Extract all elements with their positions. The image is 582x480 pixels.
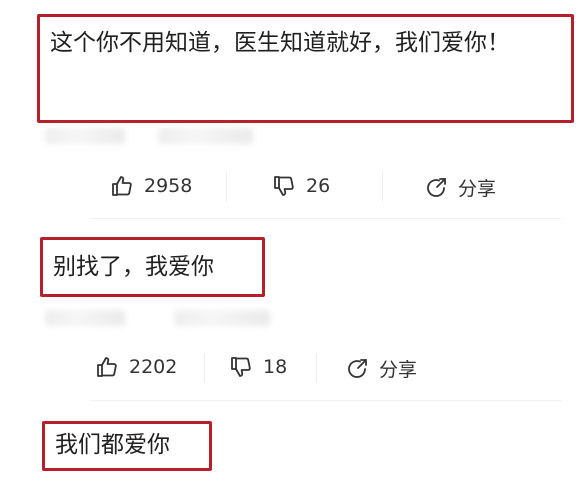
separator [204,353,205,383]
blurred-username-1 [45,128,125,144]
separator [226,172,227,202]
blurred-timestamp-2 [174,310,270,326]
blurred-username-2 [45,310,125,326]
thumbs-down-icon [274,176,294,196]
share-button-2[interactable]: 分享 [345,355,417,382]
comment-text-2: 别找了，我爱你 [40,237,265,297]
separator [382,172,383,202]
share-icon [427,177,446,197]
row-divider [90,400,562,401]
like-button-1[interactable]: 2958 [110,174,192,198]
like-count-2: 2202 [129,356,178,378]
like-count-1: 2958 [144,175,193,197]
thumbs-up-icon [97,357,117,377]
comment-text-1: 这个你不用知道，医生知道就好，我们爱你！ [37,14,574,123]
blurred-timestamp-1 [158,128,253,144]
comment-text-3: 我们都爱你 [42,421,212,471]
dislike-count-1: 26 [306,175,331,197]
like-button-2[interactable]: 2202 [95,355,177,379]
dislike-button-2[interactable]: 18 [229,355,287,379]
separator [316,353,317,383]
share-label-1: 分享 [458,178,497,200]
row-divider [90,218,562,219]
thumbs-up-icon [112,176,132,196]
dislike-button-1[interactable]: 26 [272,174,330,198]
thumbs-down-icon [231,357,251,377]
dislike-count-2: 18 [263,356,288,378]
share-button-1[interactable]: 分享 [424,174,496,201]
share-icon [348,358,367,378]
share-label-2: 分享 [379,359,418,381]
